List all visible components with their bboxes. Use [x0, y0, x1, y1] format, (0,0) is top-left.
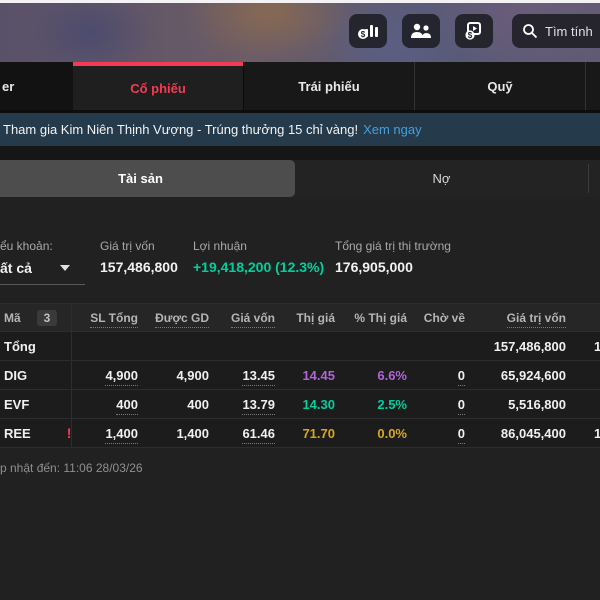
market-label: Tổng giá trị thị trường — [335, 239, 451, 253]
table-row[interactable]: DIG 4,900 4,900 13.45 14.45 6.6% 0 65,92… — [0, 361, 600, 390]
asset-debt-segmented-control: Tài sản Nợ — [0, 160, 600, 197]
tab-trai-phieu[interactable]: Trái phiếu — [243, 62, 414, 110]
profit-label: Lợi nhuận — [193, 239, 324, 253]
col-cho-ve: Chờ về — [407, 311, 465, 325]
divider — [588, 164, 589, 193]
ticker-dig[interactable]: DIG — [0, 361, 72, 389]
media-coin-icon: $ — [464, 22, 484, 41]
people-button[interactable] — [402, 14, 440, 48]
table-row-total: Tổng 157,486,800 1 — [0, 332, 600, 361]
search-field[interactable] — [512, 14, 600, 48]
col-pct-thi-gia: % Thị giá — [335, 311, 407, 325]
tab-co-phieu[interactable]: Cổ phiếu — [73, 62, 243, 110]
promo-banner: Tham gia Kim Niên Thịnh Vượng - Trúng th… — [0, 113, 600, 146]
tab-quy[interactable]: Quỹ — [414, 62, 585, 110]
segment-tai-san[interactable]: Tài sản — [0, 160, 295, 197]
market-value-block: Tổng giá trị thị trường 176,905,000 — [335, 239, 451, 275]
profit-block: Lợi nhuận +19,418,200 (12.3%) — [193, 239, 324, 275]
table-header-row: Mã 3 SL Tổng Được GD Giá vốn Thị giá % T… — [0, 303, 600, 332]
table-row[interactable]: REE ! 1,400 1,400 61.46 71.70 0.0% 0 86,… — [0, 419, 600, 448]
search-input[interactable] — [545, 24, 600, 39]
total-cost: 157,486,800 — [465, 339, 566, 354]
subaccount-value: ất cả — [0, 260, 32, 276]
segment-no[interactable]: Nợ — [295, 160, 588, 197]
money-chart-icon: $ — [357, 22, 379, 40]
subaccount-label: ểu khoản: — [0, 239, 85, 253]
media-coin-button[interactable]: $ — [455, 14, 493, 48]
tab-partial-left[interactable]: er — [0, 62, 73, 110]
col-thi-gia: Thị giá — [275, 311, 335, 325]
subaccount-selector: ểu khoản: ất cả — [0, 239, 85, 285]
alert-icon[interactable]: ! — [67, 425, 72, 441]
chevron-down-icon — [60, 265, 70, 271]
cost-value-block: Giá trị vốn 157,486,800 — [100, 239, 178, 275]
search-icon — [522, 23, 538, 39]
svg-text:$: $ — [468, 31, 473, 40]
promo-text: Tham gia Kim Niên Thịnh Vượng - Trúng th… — [3, 122, 358, 137]
total-label: Tổng — [0, 332, 72, 360]
profit-value: +19,418,200 (12.3%) — [193, 259, 324, 275]
cost-value: 157,486,800 — [100, 259, 178, 275]
money-chart-button[interactable]: $ — [349, 14, 387, 48]
ticker-evf[interactable]: EVF — [0, 390, 72, 418]
col-duoc-gd[interactable]: Được GD — [138, 311, 209, 325]
total-next-cut: 1 — [566, 339, 600, 354]
symbol-header: Mã 3 — [0, 304, 72, 331]
col-gia-tri-von[interactable]: Giá trị vốn — [465, 311, 566, 325]
last-updated-text: p nhật đến: 11:06 28/03/26 — [0, 461, 143, 475]
divider — [0, 146, 600, 160]
main-tab-bar: er Cổ phiếu Trái phiếu Quỹ — [0, 62, 600, 110]
svg-text:$: $ — [361, 30, 366, 39]
symbol-count-badge: 3 — [37, 310, 58, 326]
holdings-table: Mã 3 SL Tổng Được GD Giá vốn Thị giá % T… — [0, 303, 600, 448]
promo-link[interactable]: Xem ngay — [363, 122, 422, 137]
table-row[interactable]: EVF 400 400 13.79 14.30 2.5% 0 5,516,800 — [0, 390, 600, 419]
col-sl-tong[interactable]: SL Tổng — [72, 311, 138, 325]
cost-label: Giá trị vốn — [100, 239, 178, 253]
wallpaper-background — [0, 3, 600, 62]
col-gia-von[interactable]: Giá vốn — [209, 311, 275, 325]
ticker-ree[interactable]: REE ! — [0, 419, 72, 447]
people-icon — [410, 23, 432, 39]
market-value: 176,905,000 — [335, 259, 451, 275]
tab-overflow — [585, 62, 600, 110]
subaccount-dropdown[interactable]: ất cả — [0, 260, 85, 285]
